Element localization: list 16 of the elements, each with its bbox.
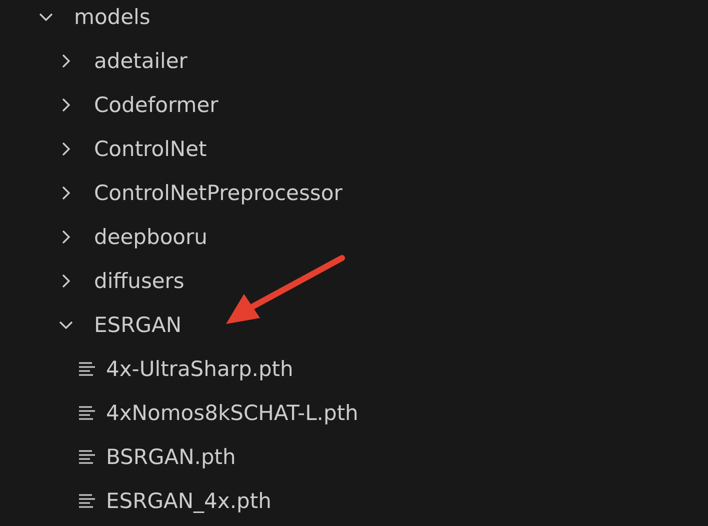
file-lines-icon (78, 405, 96, 421)
folder-name[interactable]: adetailer (94, 49, 188, 73)
folder-name[interactable]: deepbooru (94, 225, 208, 249)
folder-name[interactable]: ControlNet (94, 137, 207, 161)
file-name[interactable]: ESRGAN_4x.pth (106, 489, 272, 513)
file-lines-icon (78, 449, 96, 465)
file-lines-icon (78, 361, 96, 377)
folder-name[interactable]: Codeformer (94, 93, 218, 117)
file-name[interactable]: 4x-UltraSharp.pth (106, 357, 294, 381)
file-lines-icon (78, 493, 96, 509)
file-name[interactable]: BSRGAN.pth (106, 445, 236, 469)
folder-name[interactable]: ControlNetPreprocessor (94, 181, 342, 205)
folder-name[interactable]: ESRGAN (94, 313, 182, 337)
folder-name[interactable]: models (74, 5, 150, 29)
folder-name[interactable]: diffusers (94, 269, 184, 293)
file-name[interactable]: 4xNomos8kSCHAT-L.pth (106, 401, 358, 425)
